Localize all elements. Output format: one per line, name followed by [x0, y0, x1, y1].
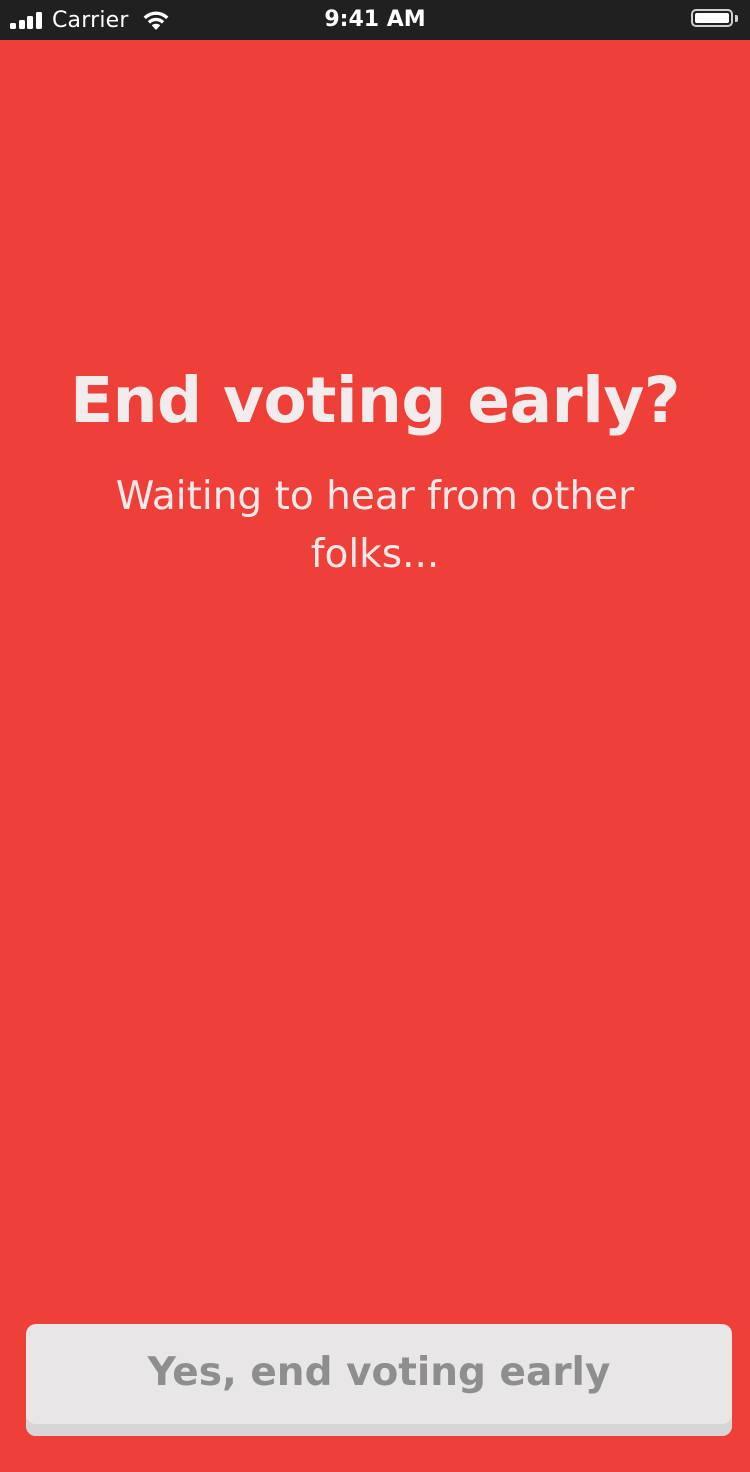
status-bar: Carrier 9:41 AM: [0, 0, 750, 40]
page-title: End voting early?: [70, 364, 680, 437]
status-time: 9:41 AM: [324, 7, 426, 32]
end-voting-early-button[interactable]: Yes, end voting early: [26, 1324, 732, 1436]
waiting-message: Waiting to hear from other folks...: [115, 474, 635, 577]
battery-icon: [691, 9, 738, 27]
